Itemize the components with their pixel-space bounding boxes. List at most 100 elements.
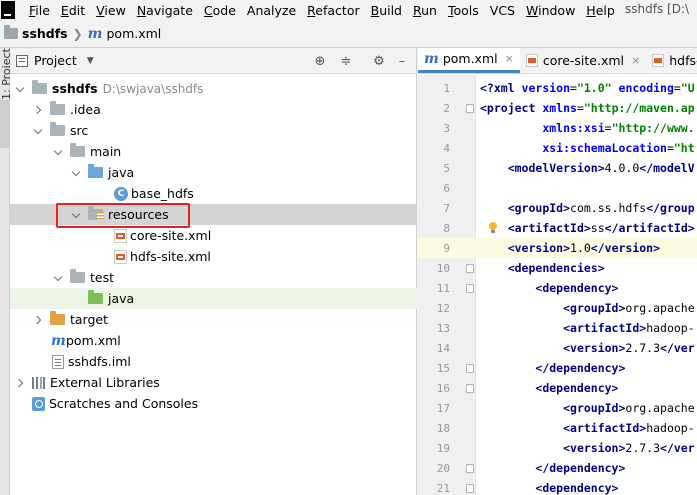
tree-item-java-main[interactable]: java bbox=[10, 162, 417, 183]
menu-item[interactable]: Run bbox=[413, 3, 437, 18]
menu-item[interactable]: VCS bbox=[490, 3, 515, 18]
code-line[interactable]: 12 <groupId>org.apache bbox=[418, 298, 697, 318]
tree-item-label: hdfs-site.xml bbox=[130, 249, 211, 264]
locate-icon[interactable]: ⊕ bbox=[312, 53, 328, 69]
chevron-right-icon[interactable] bbox=[16, 378, 26, 388]
menu-item[interactable]: Build bbox=[371, 3, 402, 18]
menu-item[interactable]: Code bbox=[204, 3, 236, 18]
fold-marker-icon[interactable] bbox=[466, 463, 474, 473]
code-line[interactable]: 9 <version>1.0</version> bbox=[418, 238, 697, 258]
tree-item-main[interactable]: main bbox=[10, 141, 417, 162]
chevron-down-icon[interactable] bbox=[54, 273, 64, 283]
code-line[interactable]: 19 <version>2.7.3</ver bbox=[418, 438, 697, 458]
menu-item[interactable]: Tools bbox=[448, 3, 479, 18]
tree-item-sshdfs[interactable]: sshdfs D:\swjava\sshdfs bbox=[10, 78, 417, 99]
fold-marker-icon[interactable] bbox=[466, 263, 474, 273]
code-token: 4.0.0 bbox=[604, 161, 640, 175]
code-line[interactable]: 14 <version>2.7.3</ver bbox=[418, 338, 697, 358]
tree-item-idea[interactable]: .idea bbox=[10, 99, 417, 120]
minimize-icon[interactable]: – bbox=[394, 53, 410, 69]
code-line[interactable]: 5 <modelVersion>4.0.0</modelV bbox=[418, 158, 697, 178]
lightbulb-icon[interactable] bbox=[488, 222, 498, 234]
menu-item[interactable]: File bbox=[29, 3, 50, 18]
chevron-right-icon[interactable] bbox=[34, 105, 44, 115]
chevron-right-icon[interactable] bbox=[34, 315, 44, 325]
code-line[interactable]: 6 bbox=[418, 178, 697, 198]
code-text: xmlns:xsi="http://www. bbox=[480, 121, 694, 135]
fold-marker-icon[interactable] bbox=[466, 383, 474, 393]
tree-item-pom[interactable]: m pom.xml bbox=[10, 330, 417, 351]
close-icon[interactable]: × bbox=[631, 54, 640, 67]
fold-marker-icon[interactable] bbox=[466, 283, 474, 293]
tree-item-label: core-site.xml bbox=[130, 228, 212, 243]
chevron-down-icon[interactable] bbox=[54, 147, 64, 157]
chevron-down-icon[interactable] bbox=[16, 84, 26, 94]
code-token: <version> bbox=[507, 241, 571, 255]
menu-label: ile bbox=[35, 2, 50, 18]
code-line[interactable]: 13 <artifactId>hadoop- bbox=[418, 318, 697, 338]
code-line[interactable]: 7 <groupId>com.ss.hdfs</group bbox=[418, 198, 697, 218]
code-text: </dependency> bbox=[480, 361, 625, 375]
tree-item-target[interactable]: target bbox=[10, 309, 417, 330]
test-folder-icon bbox=[88, 290, 103, 304]
tab-core-site-xml[interactable]: core-site.xml × bbox=[520, 48, 646, 73]
code-line[interactable]: 4 xsi:schemaLocation="ht bbox=[418, 138, 697, 158]
fold-marker-icon[interactable] bbox=[466, 483, 474, 493]
menu-item[interactable]: Window bbox=[526, 3, 575, 18]
line-number: 18 bbox=[436, 421, 450, 435]
project-panel-title[interactable]: Project bbox=[34, 53, 77, 68]
chevron-down-icon[interactable] bbox=[72, 168, 82, 178]
fold-marker-icon[interactable] bbox=[466, 103, 474, 113]
left-tool-strip bbox=[0, 48, 10, 495]
code-line[interactable]: 20 </dependency> bbox=[418, 458, 697, 478]
tree-item-src[interactable]: src bbox=[10, 120, 417, 141]
menu-item[interactable]: Help bbox=[586, 3, 615, 18]
code-token: </ver bbox=[660, 441, 695, 455]
menu-item[interactable]: Refactor bbox=[307, 3, 359, 18]
code-line[interactable]: 18 <artifactId>hadoop- bbox=[418, 418, 697, 438]
collapse-all-icon[interactable]: ≑ bbox=[338, 53, 354, 69]
code-line[interactable]: 11 <dependency> bbox=[418, 278, 697, 298]
menu-item[interactable]: Navigate bbox=[137, 3, 193, 18]
menu-bar: File Edit View Navigate Code Analyze Refactor B… bbox=[0, 0, 697, 20]
tree-item-external-libraries[interactable]: External Libraries bbox=[10, 372, 417, 393]
menu-item[interactable]: Analyze bbox=[247, 3, 296, 18]
tree-item-label: pom.xml bbox=[66, 333, 121, 348]
gear-icon[interactable]: ⚙ bbox=[371, 53, 387, 69]
code-line[interactable]: 1 <?xml version="1.0" encoding="U bbox=[418, 78, 697, 98]
code-line[interactable]: 3 xmlns:xsi="http://www. bbox=[418, 118, 697, 138]
chevron-down-icon[interactable]: ▼ bbox=[87, 56, 94, 66]
tree-item-test[interactable]: test bbox=[10, 267, 417, 288]
breadcrumb-file[interactable]: pom.xml bbox=[107, 26, 162, 41]
tree-item-java-test[interactable]: java bbox=[10, 288, 417, 309]
code-text: <project xmlns="http://maven.ap bbox=[480, 101, 695, 115]
tree-item-base-hdfs[interactable]: C base_hdfs bbox=[10, 183, 417, 204]
code-line[interactable]: 2 <project xmlns="http://maven.ap bbox=[418, 98, 697, 118]
close-icon[interactable]: × bbox=[505, 52, 514, 65]
menu-item[interactable]: View bbox=[96, 3, 126, 18]
line-number: 1 bbox=[443, 81, 450, 95]
menu-item[interactable]: Edit bbox=[61, 3, 85, 18]
breadcrumb-project[interactable]: sshdfs bbox=[22, 26, 68, 41]
tree-item-core-site[interactable]: core-site.xml bbox=[10, 225, 417, 246]
code-line[interactable]: 16 <dependency> bbox=[418, 378, 697, 398]
chevron-down-icon[interactable] bbox=[34, 126, 44, 136]
tree-item-iml[interactable]: sshdfs.iml bbox=[10, 351, 417, 372]
highlight-box bbox=[56, 203, 190, 228]
code-line[interactable]: 17 <groupId>org.apache bbox=[418, 398, 697, 418]
fold-marker-icon[interactable] bbox=[466, 363, 474, 373]
code-token: <groupId> bbox=[563, 301, 626, 315]
tab-hdfs-site-xml[interactable]: hdfs- bbox=[646, 48, 697, 73]
code-line[interactable]: 8 <artifactId>ss</artifactId> bbox=[418, 218, 697, 238]
tree-item-scratches[interactable]: Scratches and Consoles bbox=[10, 393, 417, 414]
tab-pom-xml[interactable]: m pom.xml × bbox=[418, 48, 520, 73]
menu-mnemonic: N bbox=[136, 2, 147, 18]
code-line[interactable]: 10 <dependencies> bbox=[418, 258, 697, 278]
tree-item-hdfs-site[interactable]: hdfs-site.xml bbox=[10, 246, 417, 267]
project-tool-button[interactable] bbox=[0, 100, 10, 148]
code-line[interactable]: 15 </dependency> bbox=[418, 358, 697, 378]
tree-item-label: target bbox=[70, 312, 109, 327]
code-line[interactable]: 21 <dependency> bbox=[418, 478, 697, 495]
